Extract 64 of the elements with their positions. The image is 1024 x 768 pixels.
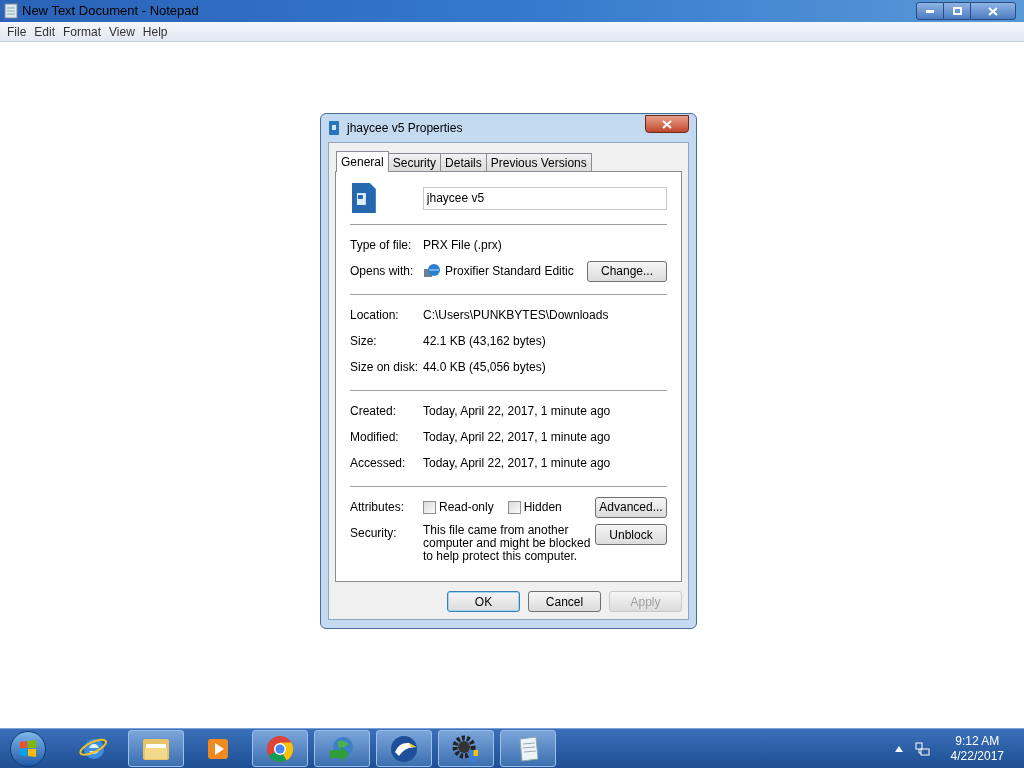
dialog-button[interactable]: Advanced... <box>595 496 667 518</box>
taskbar-button[interactable] <box>376 730 432 767</box>
network-icon[interactable] <box>914 740 931 757</box>
tab[interactable]: General <box>336 151 389 172</box>
menu-item[interactable]: View <box>105 22 139 41</box>
property-value: PRX File (.prx) <box>423 237 502 254</box>
dialog-button[interactable]: Change... <box>587 260 667 282</box>
checkbox[interactable] <box>423 500 436 514</box>
property-value: Today, April 22, 2017, 1 minute ago <box>423 403 611 420</box>
file-name-field[interactable]: jhaycee v5 <box>422 186 667 210</box>
tab[interactable]: Security <box>387 153 442 171</box>
property-label: Attributes: <box>350 499 406 516</box>
property-label: Opens with: <box>350 263 415 280</box>
property-value: 44.0 KB (45,056 bytes) <box>423 359 546 376</box>
eagle-icon <box>389 733 419 764</box>
checkbox[interactable] <box>507 500 521 514</box>
clock-date: 4/22/2017 <box>950 748 1004 764</box>
maximize-button[interactable] <box>944 2 970 20</box>
windows-logo-icon <box>19 739 37 758</box>
security-message: This file came from another computer and might be blocked to help protect this computer. <box>423 524 591 563</box>
dialog-title: jhaycee v5 Properties <box>347 120 463 137</box>
property-label: Security: <box>350 525 398 542</box>
file-icon <box>328 120 340 136</box>
menu-item[interactable]: Format <box>59 22 106 41</box>
taskbar-button[interactable] <box>500 730 556 767</box>
chrome-icon <box>265 733 295 764</box>
close-button[interactable] <box>970 2 1016 20</box>
play-icon <box>206 736 230 761</box>
property-label: Location: <box>350 307 400 324</box>
close-icon <box>988 6 998 16</box>
close-button[interactable] <box>645 115 689 133</box>
property-value: 42.1 KB (43,162 bytes) <box>423 333 546 350</box>
notepad-icon <box>4 3 18 19</box>
dialog-button[interactable]: Cancel <box>528 591 601 612</box>
property-label: Size: <box>350 333 378 350</box>
property-label: Created: <box>350 403 398 420</box>
dialog-button[interactable]: OK <box>447 591 520 612</box>
tab[interactable]: Previous Versions <box>485 153 592 171</box>
taskbar-button[interactable] <box>128 730 184 767</box>
start-button[interactable] <box>10 730 46 767</box>
checkbox-label: Read-only <box>439 499 494 516</box>
gear-shield-icon <box>451 733 481 764</box>
property-value: Today, April 22, 2017, 1 minute ago <box>423 429 611 446</box>
property-value: Proxifier Standard Editic <box>445 263 574 280</box>
property-label: Accessed: <box>350 455 407 472</box>
property-label: Modified: <box>350 429 400 446</box>
property-label: Type of file: <box>350 237 413 254</box>
dialog-button[interactable]: Unblock <box>595 524 667 545</box>
menu-item[interactable]: Edit <box>30 22 60 41</box>
clock-time: 9:12 AM <box>955 733 1000 749</box>
taskbar-button[interactable] <box>438 730 494 767</box>
window-title: New Text Document - Notepad <box>22 2 199 21</box>
menu-item[interactable]: Help <box>138 22 172 41</box>
property-value: C:\Users\PUNKBYTES\Downloads <box>423 307 609 324</box>
property-label: Size on disk: <box>350 359 420 376</box>
tab[interactable]: Details <box>440 153 487 171</box>
caret-icon[interactable] <box>894 745 903 752</box>
close-icon <box>662 119 672 129</box>
checkbox-label: Hidden <box>523 499 562 516</box>
property-value: Today, April 22, 2017, 1 minute ago <box>423 455 611 472</box>
minimize-button[interactable] <box>916 2 944 20</box>
menu-item[interactable]: File <box>3 22 31 41</box>
computer-globe-icon <box>423 263 441 279</box>
document-icon <box>350 181 378 215</box>
